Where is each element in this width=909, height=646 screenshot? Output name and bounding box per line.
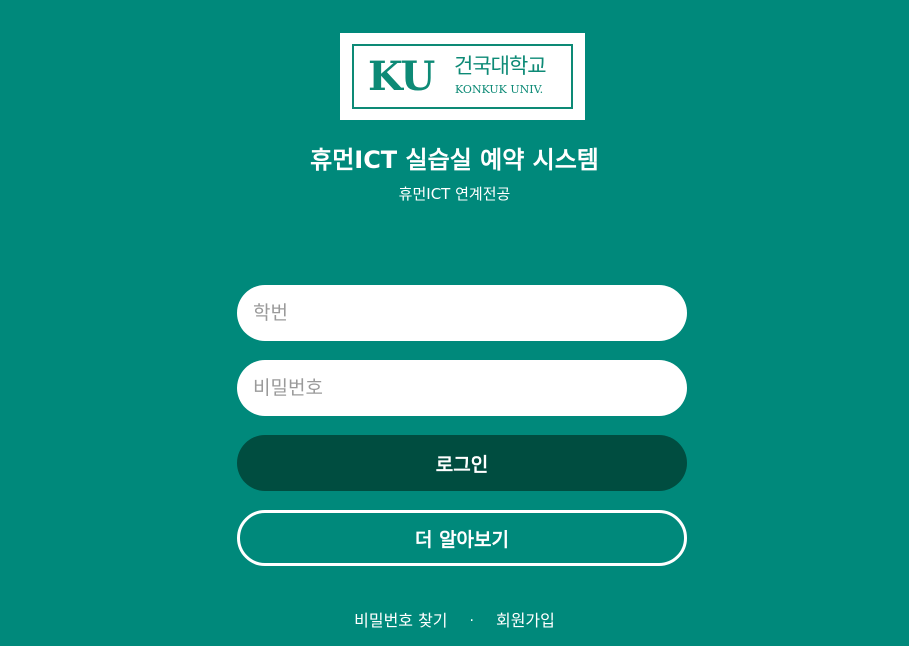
university-logo: KU 건국대학교 KONKUK UNIV. [340, 33, 585, 120]
find-password-link[interactable]: 비밀번호 찾기 [354, 608, 447, 634]
login-button[interactable]: 로그인 [237, 435, 687, 491]
signup-link[interactable]: 회원가입 [496, 608, 555, 634]
login-button-label: 로그인 [435, 453, 489, 476]
page-subtitle: 휴먼ICT 연계전공 [398, 185, 511, 203]
learn-more-button-label: 더 알아보기 [414, 528, 509, 551]
logo-abbr: KU [368, 53, 435, 100]
link-separator: · [469, 613, 474, 629]
footer-links: 비밀번호 찾기 · 회원가입 [0, 608, 909, 634]
logo-english-name: KONKUK UNIV. [455, 83, 544, 96]
student-id-input[interactable] [237, 285, 687, 341]
page-title: 휴먼ICT 실습실 예약 시스템 [310, 146, 599, 174]
login-page: KU 건국대학교 KONKUK UNIV. 휴먼ICT 실습실 예약 시스템 휴… [0, 0, 909, 646]
password-input[interactable] [237, 360, 687, 416]
logo-frame: KU 건국대학교 KONKUK UNIV. [352, 44, 573, 109]
learn-more-button[interactable]: 더 알아보기 [237, 510, 687, 566]
logo-korean-name: 건국대학교 [454, 54, 547, 78]
